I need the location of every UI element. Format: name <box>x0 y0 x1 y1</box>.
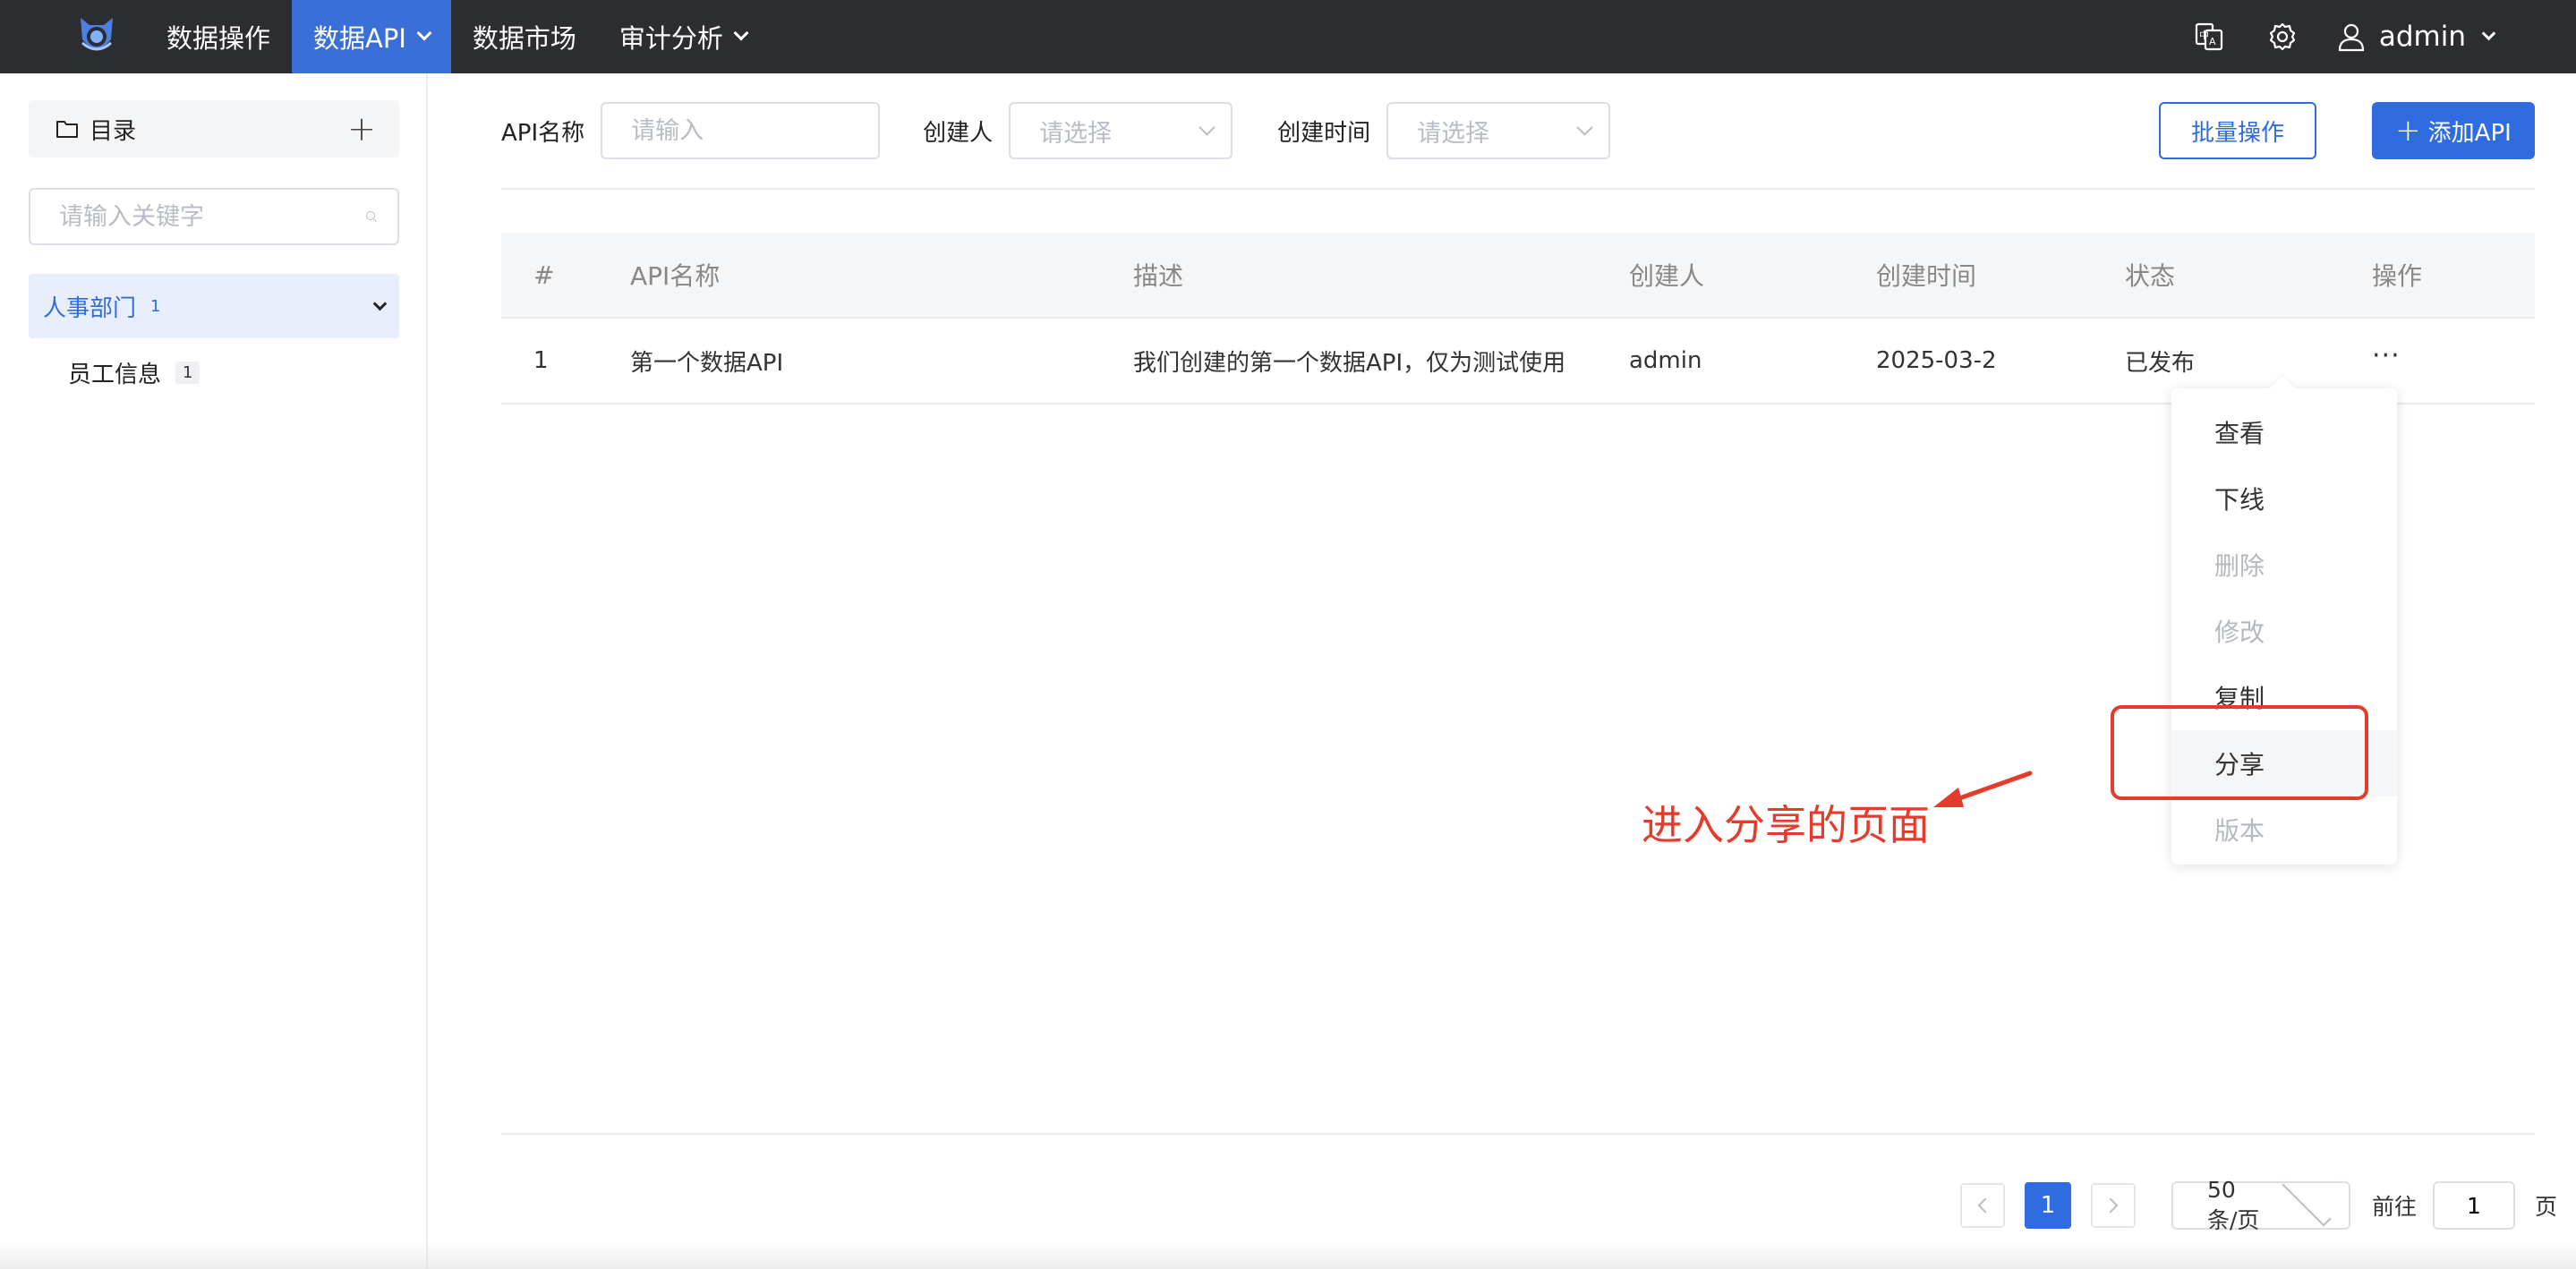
created-time-label: 创建时间 <box>1277 115 1370 148</box>
goto-page-input[interactable] <box>2443 1193 2505 1219</box>
prev-page-button[interactable] <box>1960 1183 2005 1228</box>
directory-header: 目录 + <box>29 100 399 158</box>
tree-node-hr-dept[interactable]: 人事部门 1 <box>29 274 399 338</box>
chevron-right-icon <box>2103 1198 2119 1214</box>
tree-node-employee-info[interactable]: 员工信息 1 <box>68 356 200 389</box>
user-name: admin <box>2379 21 2466 53</box>
plus-icon: + <box>2395 115 2421 146</box>
api-table: # API名称 描述 创建人 创建时间 状态 操作 1 第一个数据API 我们创… <box>501 233 2535 405</box>
user-menu[interactable]: admin <box>2336 21 2494 53</box>
sidebar: 目录 + 人事部门 1 员工信息 1 <box>0 73 428 1269</box>
filter-divider <box>501 188 2535 190</box>
api-name-input[interactable] <box>631 117 937 145</box>
nav-item-data-operation[interactable]: 数据操作 <box>145 0 292 73</box>
add-api-button-label: 添加API <box>2428 115 2512 148</box>
chevron-down-icon[interactable] <box>373 296 388 311</box>
column-header-creator: 创建人 <box>1629 257 1704 293</box>
batch-operation-button[interactable]: 批量操作 <box>2159 102 2316 159</box>
column-header-api-name: API名称 <box>630 257 720 293</box>
nav-item-label: 数据操作 <box>166 18 270 55</box>
chevron-down-icon <box>1198 119 1215 135</box>
top-nav-bar: 数据操作 数据API 数据市场 审计分析 中 A <box>0 0 2576 73</box>
column-header-actions: 操作 <box>2372 257 2422 293</box>
nav-item-audit-analysis[interactable]: 审计分析 <box>598 0 768 73</box>
chevron-down-icon <box>2282 1177 2331 1226</box>
translate-icon[interactable]: 中 A <box>2191 19 2227 55</box>
tree-node-label: 员工信息 <box>68 356 161 389</box>
nav-item-label: 数据市场 <box>473 18 576 55</box>
goto-page-field[interactable] <box>2433 1181 2515 1230</box>
top-right-tools: 中 A admin <box>2191 0 2576 73</box>
nav-item-data-api[interactable]: 数据API <box>292 0 451 73</box>
tree-node-count: 1 <box>175 362 200 384</box>
column-header-description: 描述 <box>1133 257 1183 293</box>
keyword-search-input[interactable] <box>59 203 365 231</box>
annotation-arrow-icon <box>1928 768 2035 818</box>
row-created-time: 2025-03-2 <box>1876 347 1997 374</box>
api-name-field[interactable] <box>601 102 880 159</box>
main-nav: 数据操作 数据API 数据市场 审计分析 <box>145 0 768 73</box>
folder-icon <box>55 119 79 139</box>
svg-text:中: 中 <box>2199 30 2209 41</box>
chevron-down-icon <box>416 26 431 41</box>
add-api-button[interactable]: + 添加API <box>2372 102 2535 159</box>
menu-item-view[interactable]: 查看 <box>2171 399 2397 465</box>
chevron-down-icon <box>2482 26 2496 40</box>
row-index: 1 <box>533 347 549 374</box>
directory-title: 目录 <box>90 113 347 146</box>
more-actions-button[interactable]: ··· <box>2372 340 2401 371</box>
row-status: 已发布 <box>2125 345 2195 378</box>
next-page-button[interactable] <box>2091 1183 2136 1228</box>
nav-item-label: 审计分析 <box>619 18 723 55</box>
filter-bar: API名称 创建人 请选择 创建时间 请选择 <box>501 102 1610 159</box>
menu-item-version: 版本 <box>2171 796 2397 863</box>
bottom-shade <box>0 1240 2576 1269</box>
add-directory-button[interactable]: + <box>347 112 376 146</box>
chevron-left-icon <box>1978 1198 1993 1214</box>
creator-select-placeholder: 请选择 <box>1039 114 1189 149</box>
chevron-down-icon <box>1576 119 1592 135</box>
created-time-select[interactable]: 请选择 <box>1386 102 1610 159</box>
share-highlight-box <box>2111 705 2368 800</box>
user-icon <box>2336 21 2367 52</box>
goto-label: 前往 <box>2372 1189 2417 1222</box>
creator-select[interactable]: 请选择 <box>1009 102 1233 159</box>
tree-node-label: 人事部门 <box>43 290 136 323</box>
row-description: 我们创建的第一个数据API，仅为测试使用 <box>1133 345 1565 378</box>
row-api-name: 第一个数据API <box>630 345 783 378</box>
created-time-select-placeholder: 请选择 <box>1417 114 1566 149</box>
table-header: # API名称 描述 创建人 创建时间 状态 操作 <box>501 233 2535 319</box>
menu-item-delete: 删除 <box>2171 532 2397 598</box>
column-header-created-time: 创建时间 <box>1876 257 1976 293</box>
search-icon <box>365 204 378 229</box>
pagination: 1 50条/页 前往 页 <box>1960 1181 2557 1230</box>
row-creator: admin <box>1629 347 1702 374</box>
tree-node-count: 1 <box>150 297 375 316</box>
keyword-search-field[interactable] <box>29 188 399 245</box>
app-logo[interactable] <box>73 13 120 59</box>
nav-item-label: 数据API <box>313 18 406 55</box>
nav-item-data-market[interactable]: 数据市场 <box>451 0 598 73</box>
page-size-value: 50条/页 <box>2207 1177 2265 1235</box>
menu-item-edit: 修改 <box>2171 598 2397 664</box>
gear-icon[interactable] <box>2265 19 2300 55</box>
page-size-select[interactable]: 50条/页 <box>2171 1181 2350 1230</box>
chevron-down-icon <box>733 26 748 41</box>
svg-text:A: A <box>2209 36 2216 47</box>
api-name-label: API名称 <box>501 115 584 148</box>
page-number-current[interactable]: 1 <box>2025 1182 2071 1229</box>
column-header-index: # <box>533 260 554 290</box>
column-header-status: 状态 <box>2125 257 2175 293</box>
creator-label: 创建人 <box>923 115 993 148</box>
page-suffix-label: 页 <box>2535 1189 2557 1222</box>
annotation-text: 进入分享的页面 <box>1642 793 1930 852</box>
table-bottom-divider <box>501 1133 2535 1135</box>
menu-item-offline[interactable]: 下线 <box>2171 465 2397 532</box>
